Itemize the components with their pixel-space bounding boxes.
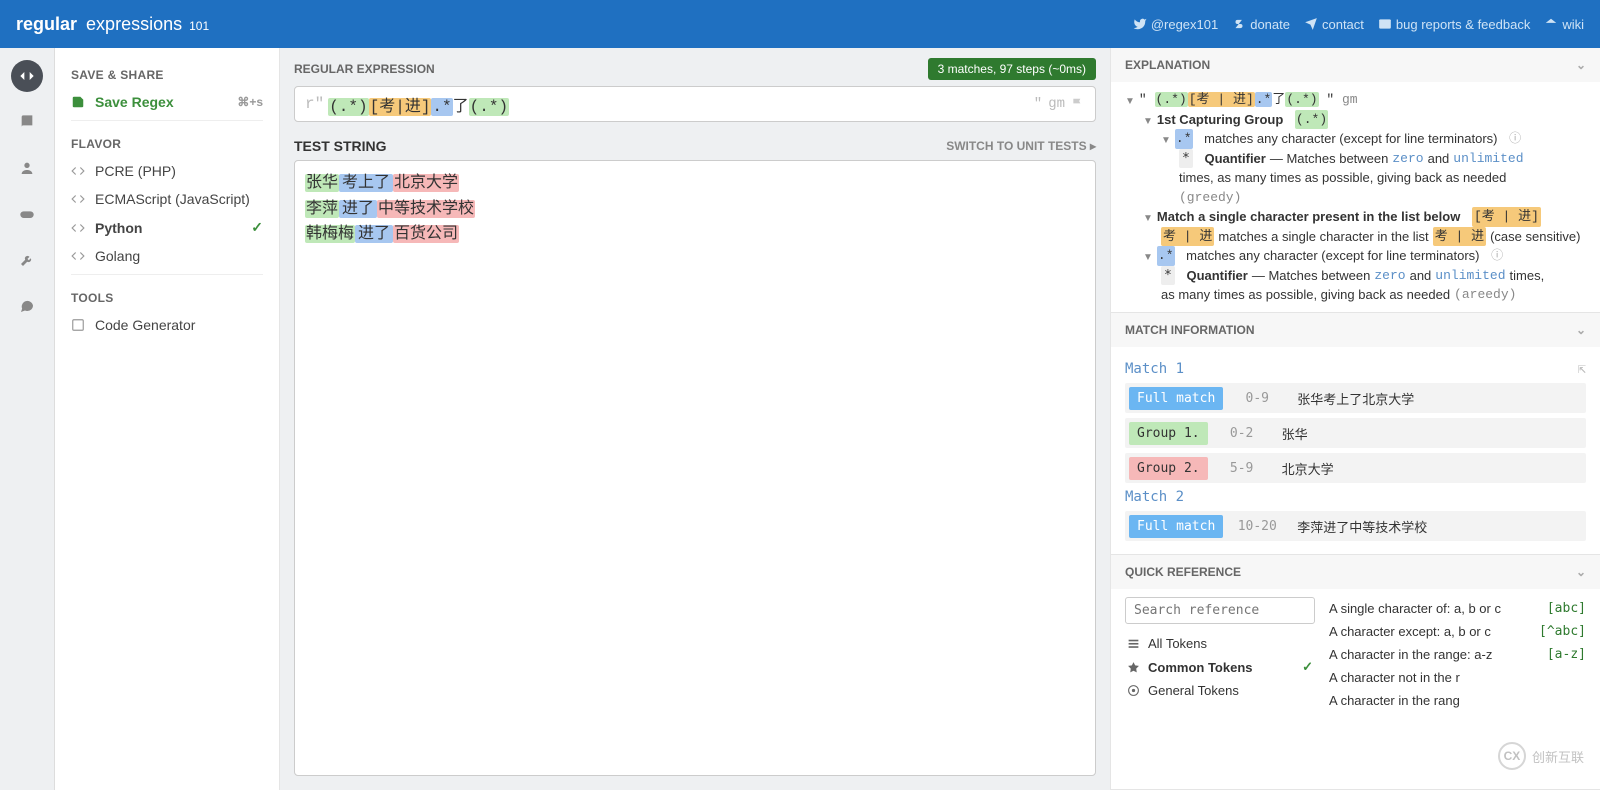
save-regex-button[interactable]: Save Regex ⌘+s <box>55 88 279 116</box>
teststring-line: 李萍进了中等技术学校 <box>305 197 1085 223</box>
match-row[interactable]: Group 2.5-9北京大学 <box>1125 453 1586 483</box>
code-icon <box>71 249 85 263</box>
donate-link[interactable]: donate <box>1232 17 1290 32</box>
icon-rail <box>0 48 55 790</box>
quickref-token[interactable]: A character in the rang <box>1329 689 1586 712</box>
bugs-link[interactable]: bug reports & feedback <box>1378 17 1530 32</box>
rail-wrench-icon[interactable] <box>11 244 43 276</box>
quickref-search[interactable] <box>1125 597 1315 624</box>
match-row[interactable]: Group 1.0-2张华 <box>1125 418 1586 448</box>
flavor-item[interactable]: ECMAScript (JavaScript) <box>55 185 279 213</box>
sidebar: SAVE & SHARE Save Regex ⌘+s FLAVOR PCRE … <box>55 48 280 790</box>
explanation-collapse[interactable]: ⌄ <box>1576 58 1586 72</box>
match-status: 3 matches, 97 steps (~0ms) <box>928 58 1096 80</box>
save-icon <box>71 95 85 109</box>
code-icon <box>71 164 85 178</box>
match-title: Match 1⇱ <box>1125 361 1586 377</box>
right-panels: EXPLANATION⌄ ▼ " (.*)[考 | 进].*了(.*) " gm… <box>1110 48 1600 790</box>
dollar-icon <box>1232 17 1246 31</box>
rail-game-icon[interactable] <box>11 198 43 230</box>
matchinfo-collapse[interactable]: ⌄ <box>1576 323 1586 337</box>
teststring-line: 张华考上了北京大学 <box>305 171 1085 197</box>
code-icon <box>71 192 85 206</box>
regex-label: REGULAR EXPRESSION <box>294 62 435 76</box>
flavor-item[interactable]: Golang <box>55 242 279 270</box>
topnav: @regex101 donate contact bug reports & f… <box>1133 17 1584 32</box>
bank-icon <box>1544 17 1558 31</box>
logo[interactable]: regular expressions 101 <box>16 14 209 35</box>
switch-unit-tests[interactable]: SWITCH TO UNIT TESTS ▸ <box>946 139 1096 153</box>
quickref-category[interactable]: Common Tokens✓ <box>1125 655 1315 679</box>
regex-flags[interactable]: gm <box>1048 96 1065 112</box>
topbar: regular expressions 101 @regex101 donate… <box>0 0 1600 48</box>
match-row[interactable]: Full match10-20李萍进了中等技术学校 <box>1125 511 1586 541</box>
collapse-icon[interactable]: ▼ <box>1125 94 1135 109</box>
regex-input[interactable]: r" (.*)[考|进].*了(.*) " gm <box>294 86 1096 122</box>
code-generator-button[interactable]: Code Generator <box>55 311 279 339</box>
quickref-heading: QUICK REFERENCE <box>1125 565 1241 579</box>
quickref-category[interactable]: All Tokens <box>1125 632 1315 655</box>
quickref-token[interactable]: A single character of: a, b or c[abc] <box>1329 597 1586 620</box>
contact-link[interactable]: contact <box>1304 17 1364 32</box>
save-share-heading: SAVE & SHARE <box>55 60 279 88</box>
quickref-token[interactable]: A character in the range: a-z[a-z] <box>1329 643 1586 666</box>
quickref-token[interactable]: A character except: a, b or c[^abc] <box>1329 620 1586 643</box>
rail-user-icon[interactable] <box>11 152 43 184</box>
code-icon <box>71 318 85 332</box>
main-panel: REGULAR EXPRESSION 3 matches, 97 steps (… <box>280 48 1110 790</box>
code-icon <box>71 221 85 235</box>
rail-book-icon[interactable] <box>11 106 43 138</box>
flavor-item[interactable]: Python✓ <box>55 213 279 242</box>
explanation-heading: EXPLANATION <box>1125 58 1210 72</box>
flag-icon[interactable] <box>1071 97 1085 111</box>
quickref-token[interactable]: A character not in the r <box>1329 666 1586 689</box>
twitter-icon <box>1133 17 1147 31</box>
external-icon[interactable]: ⇱ <box>1578 361 1586 377</box>
rail-regex-icon[interactable] <box>11 60 43 92</box>
flavor-heading: FLAVOR <box>55 129 279 157</box>
teststring-label: TEST STRING <box>294 138 387 154</box>
tools-heading: TOOLS <box>55 283 279 311</box>
matchinfo-heading: MATCH INFORMATION <box>1125 323 1255 337</box>
match-row[interactable]: Full match0-9张华考上了北京大学 <box>1125 383 1586 413</box>
teststring-input[interactable]: 张华考上了北京大学李萍进了中等技术学校韩梅梅进了百货公司 <box>294 160 1096 776</box>
twitter-link[interactable]: @regex101 <box>1133 17 1218 32</box>
mail-icon <box>1378 17 1392 31</box>
match-title: Match 2 <box>1125 489 1586 505</box>
rail-chat-icon[interactable] <box>11 290 43 322</box>
teststring-line: 韩梅梅进了百货公司 <box>305 222 1085 248</box>
quickref-category[interactable]: General Tokens <box>1125 679 1315 702</box>
paper-plane-icon <box>1304 17 1318 31</box>
wiki-link[interactable]: wiki <box>1544 17 1584 32</box>
flavor-item[interactable]: PCRE (PHP) <box>55 157 279 185</box>
quickref-collapse[interactable]: ⌄ <box>1576 565 1586 579</box>
